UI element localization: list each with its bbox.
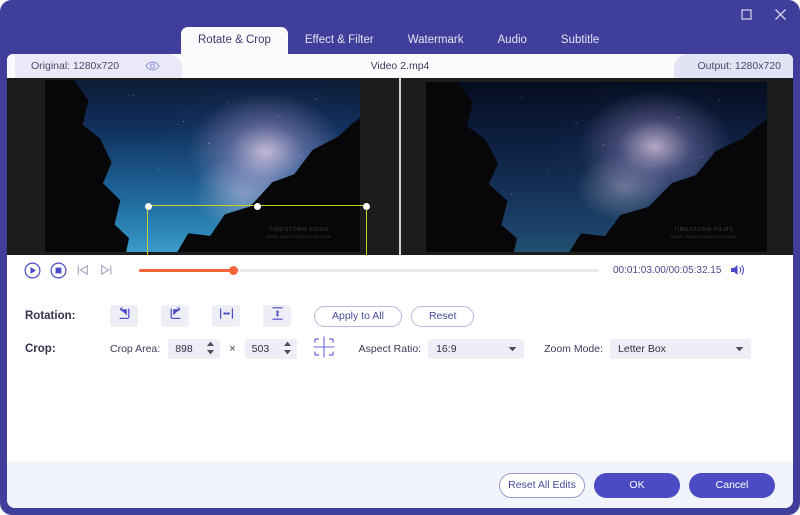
preview-divider [399,78,401,255]
crop-handle-top-right[interactable] [362,202,370,210]
chevron-down-icon [508,346,517,352]
tab-label: Audio [497,34,527,46]
maximize-button[interactable] [736,4,756,24]
tab-rotate-crop[interactable]: Rotate & Crop [181,27,288,54]
center-crop-button[interactable] [311,335,337,364]
title-bar: Rotate & Crop Effect & Filter Watermark … [0,0,800,54]
rotation-reset-button[interactable]: Reset [410,305,475,327]
progress-slider[interactable] [139,264,599,276]
crop-handle-top-center[interactable] [253,202,261,210]
tab-audio[interactable]: Audio [481,27,544,54]
volume-icon[interactable] [730,263,746,277]
rotate-left-icon [117,306,132,326]
crop-height-arrows[interactable] [283,341,292,355]
window-controls [736,4,790,24]
transport-bar: 00:01:03.00/00:05:32.15 [7,255,793,285]
reset-all-edits-button[interactable]: Reset All Edits [499,472,585,498]
previous-frame-icon[interactable] [76,263,90,277]
tab-label: Effect & Filter [304,34,374,46]
crop-label: Crop: [25,343,56,355]
tab-effect-filter[interactable]: Effect & Filter [288,27,391,54]
crop-width-value: 898 [175,343,193,355]
apply-to-all-button[interactable]: Apply to All [314,305,402,327]
controls-section: Rotation: Apply to All Reset Crop: Crop … [7,285,793,365]
tab-label: Subtitle [560,34,600,46]
tab-label: Rotate & Crop [198,34,271,46]
stop-circle-icon[interactable] [50,261,67,279]
original-resolution-label: Original: 1280x720 [31,60,120,72]
output-preview: TIMESTORM FILMS WWW.TIMESTORMFILMS.COM [400,78,793,255]
zoom-mode-label: Zoom Mode: [544,343,604,355]
rotation-row: Rotation: Apply to All Reset [7,299,793,333]
chevron-down-icon [735,346,744,352]
video-watermark: TIMESTORM FILMS WWW.TIMESTORMFILMS.COM [671,226,737,240]
rotation-label: Rotation: [25,310,76,322]
watermark-line-2: WWW.TIMESTORMFILMS.COM [670,234,737,239]
video-editor-window: Rotate & Crop Effect & Filter Watermark … [0,0,800,515]
ok-button[interactable]: OK [594,472,680,498]
dialog-footer: Reset All Edits OK Cancel [7,462,793,508]
editor-panel: Video 2.mp4 Original: 1280x720 Output: 1… [7,54,793,508]
flip-vertical-button[interactable] [263,305,291,327]
output-resolution-chip: Output: 1280x720 [673,54,793,78]
playback-controls [7,261,113,279]
crop-row: Crop: Crop Area: 898 × 503 Aspect Ratio:… [7,333,793,365]
zoom-mode-select[interactable]: Letter Box [610,339,752,359]
rotation-actions: Apply to All Reset [314,305,475,327]
slider-fill [139,269,234,272]
rotation-buttons [110,305,291,327]
crop-handle-top-left[interactable] [144,202,152,210]
crop-selection-box[interactable] [144,202,370,255]
aspect-ratio-value: 16:9 [436,343,457,355]
flip-vertical-icon [270,306,285,326]
crop-width-arrows[interactable] [206,341,215,355]
output-video-frame: TIMESTORM FILMS WWW.TIMESTORMFILMS.COM [426,82,767,252]
slider-thumb[interactable] [228,265,239,275]
aspect-ratio-label: Aspect Ratio: [358,343,422,355]
dimension-separator: × [229,343,236,355]
close-button[interactable] [770,4,790,24]
crop-width-stepper[interactable]: 898 [168,339,221,359]
crop-height-value: 503 [251,343,270,355]
cancel-button[interactable]: Cancel [689,472,775,498]
preview-area: TIMESTORM FILMS WWW.TIMESTORMFILMS.COM T… [7,78,793,255]
next-frame-icon[interactable] [99,263,113,277]
tab-bar: Rotate & Crop Effect & Filter Watermark … [181,27,616,54]
play-circle-icon[interactable] [24,261,41,279]
rotate-left-button[interactable] [110,305,138,327]
original-resolution-chip: Original: 1280x720 [15,54,183,78]
tab-watermark[interactable]: Watermark [391,27,481,54]
crop-area-label: Crop Area: [110,343,161,355]
zoom-mode-value: Letter Box [618,343,666,355]
source-preview[interactable]: TIMESTORM FILMS WWW.TIMESTORMFILMS.COM [7,78,400,255]
timecode-display: 00:01:03.00/00:05:32.15 [613,264,722,276]
aspect-ratio-select[interactable]: 16:9 [428,339,525,359]
eye-icon[interactable] [145,61,160,71]
flip-horizontal-button[interactable] [212,305,240,327]
tab-subtitle[interactable]: Subtitle [544,27,616,54]
rotate-right-button[interactable] [161,305,189,327]
center-crop-icon [311,335,337,364]
crop-height-stepper[interactable]: 503 [244,339,297,359]
flip-horizontal-icon [219,306,234,326]
rotate-right-icon [168,306,183,326]
watermark-line-1: TIMESTORM FILMS [673,227,734,234]
info-strip: Video 2.mp4 Original: 1280x720 Output: 1… [7,54,793,78]
output-resolution-label: Output: 1280x720 [697,60,781,72]
tab-label: Watermark [407,34,464,46]
